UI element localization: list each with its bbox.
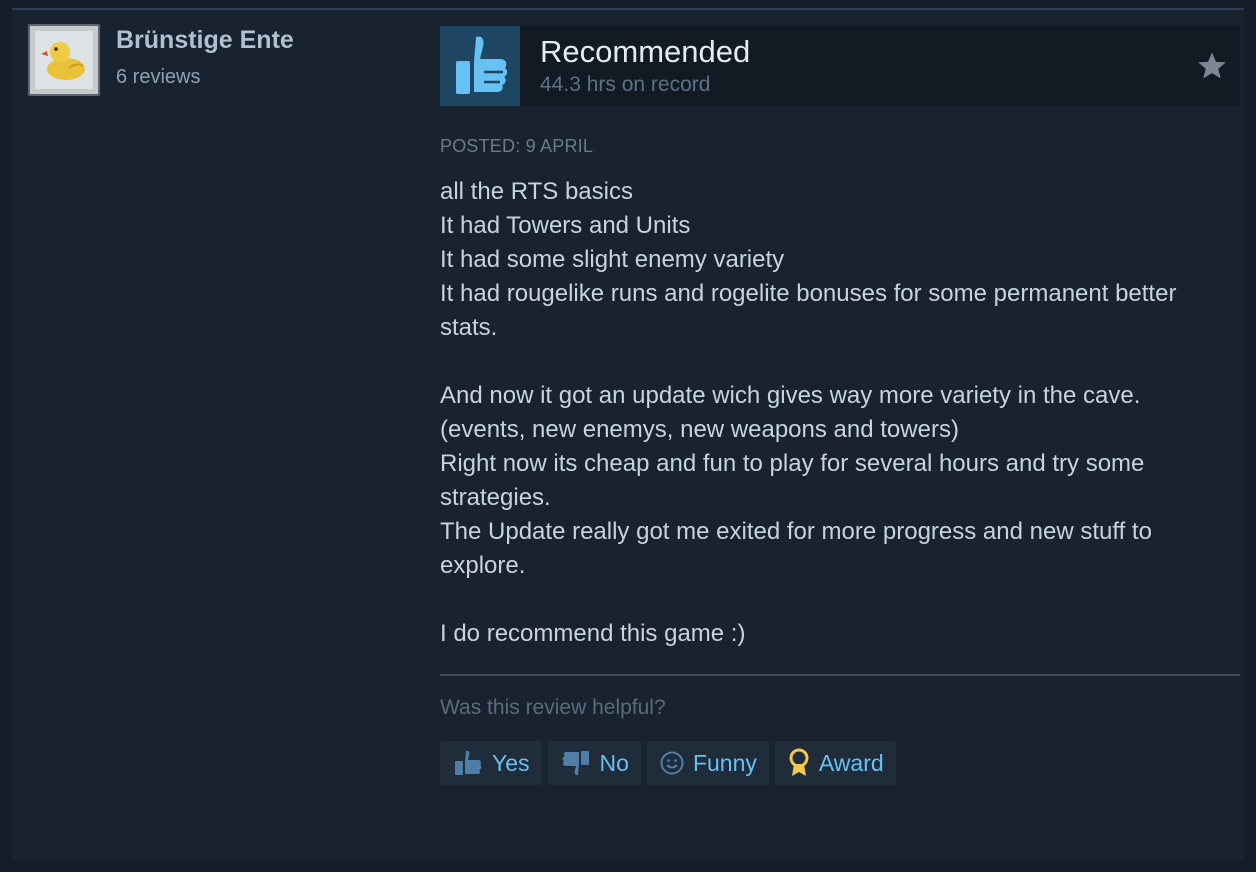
award-ribbon-icon [787,748,811,778]
page-frame: Brünstige Ente 6 reviews Recommended 44.… [0,0,1256,872]
yes-label: Yes [492,749,530,776]
avatar[interactable] [28,24,100,96]
recommendation-banner: Recommended 44.3 hrs on record [440,26,1240,106]
posted-date: POSTED: 9 APRIL [440,136,594,156]
review-count[interactable]: 6 reviews [116,66,200,89]
star-icon[interactable] [1194,48,1230,84]
vote-yes-button[interactable]: Yes [440,741,542,785]
helpful-prompt: Was this review helpful? [440,696,666,719]
funny-label: Funny [692,749,757,776]
vote-buttons: Yes No Funny Award [440,741,896,785]
review-paragraph: I do recommend this game :) [440,620,746,647]
smiley-icon [659,750,685,776]
divider [440,674,1240,676]
thumbs-up-icon [440,26,520,106]
award-label: Award [818,749,884,776]
vote-funny-button[interactable]: Funny [646,741,769,785]
rubber-duck-icon [35,31,93,89]
vote-no-button[interactable]: No [547,741,641,785]
award-button[interactable]: Award [774,741,896,785]
reviewer-name[interactable]: Brünstige Ente [116,26,294,55]
hours-on-record: 44.3 hrs on record [540,73,711,96]
thumbs-down-icon [560,749,592,777]
verdict-title[interactable]: Recommended [540,34,750,70]
review-body: all the RTS basics It had Towers and Uni… [440,175,1230,651]
no-label: No [599,749,629,776]
review-paragraph: all the RTS basics It had Towers and Uni… [440,178,1177,341]
thumbs-up-icon [452,749,484,777]
review-paragraph: And now it got an update wich gives way … [440,382,1152,579]
review-card: Brünstige Ente 6 reviews Recommended 44.… [12,8,1244,860]
